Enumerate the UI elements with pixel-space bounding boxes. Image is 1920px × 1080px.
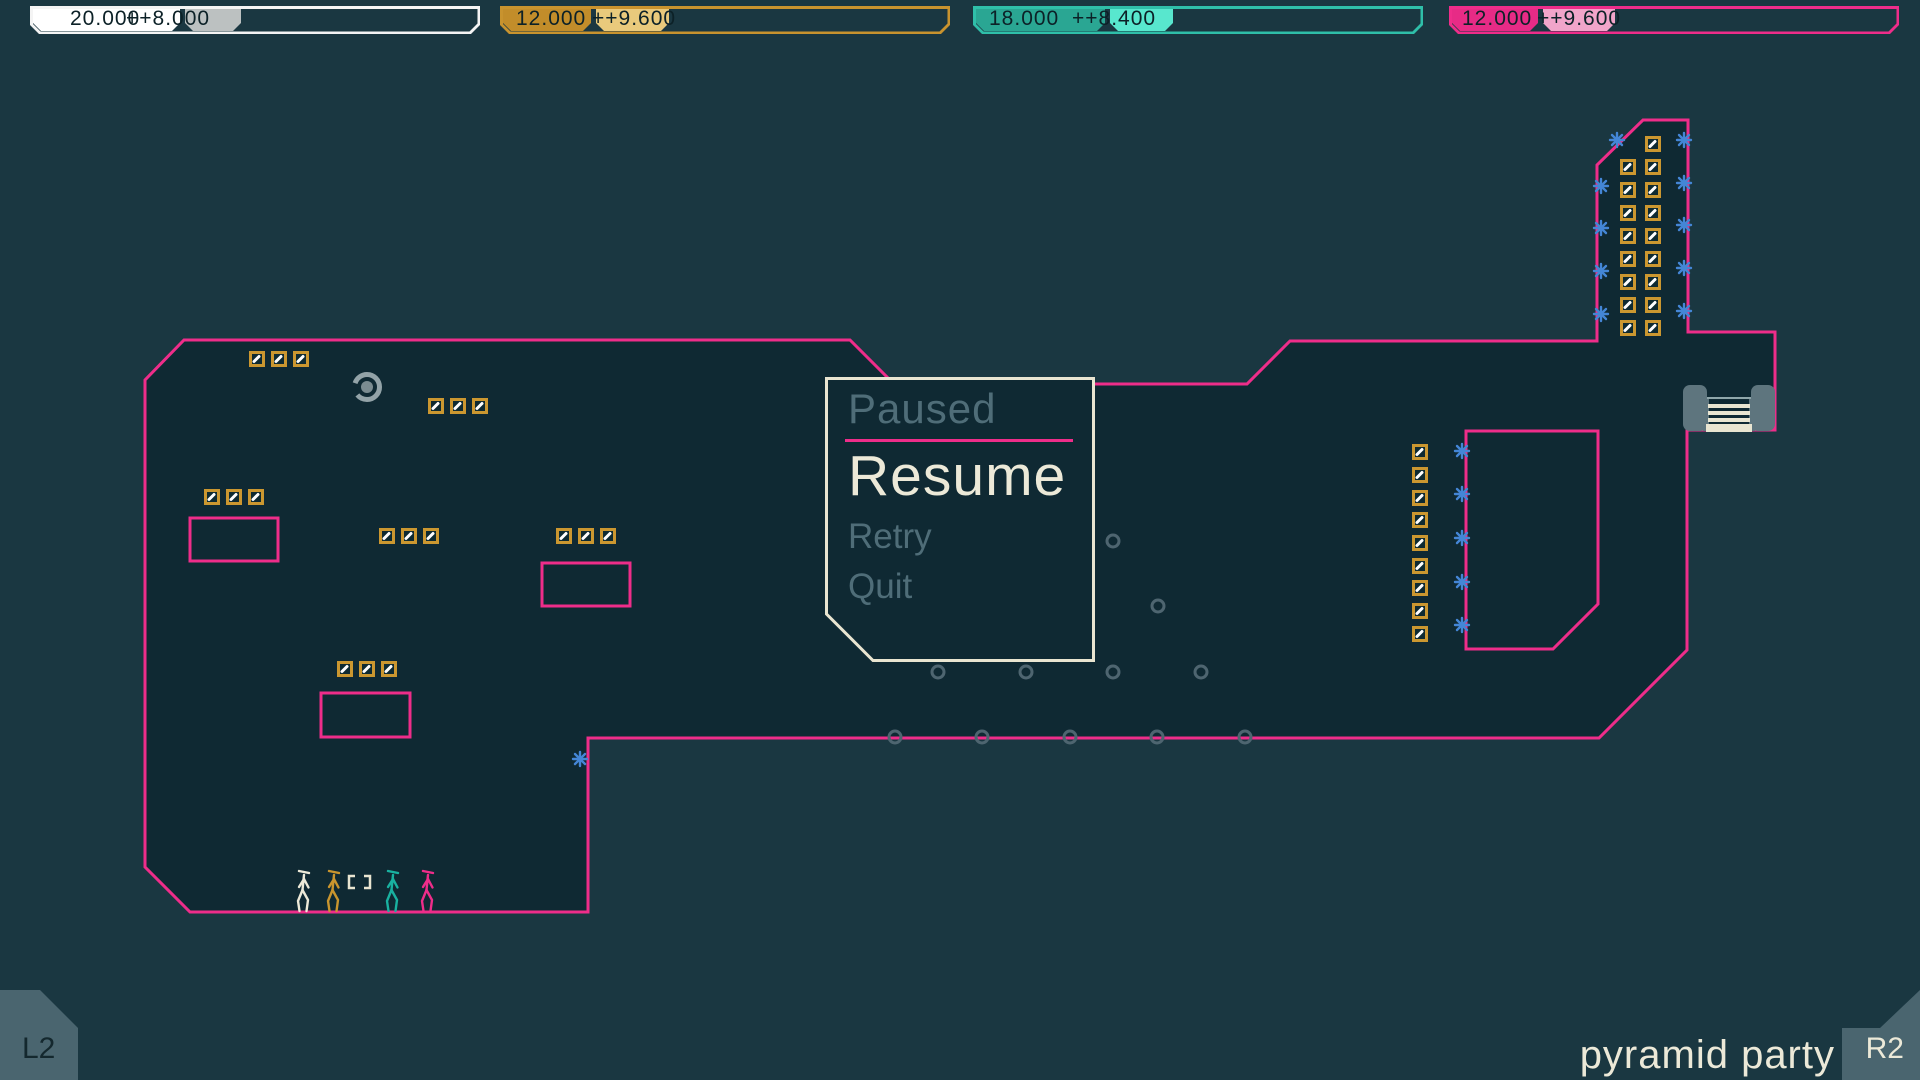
- mine: [1608, 131, 1626, 149]
- gold-piece: [1620, 251, 1636, 267]
- menu-item-resume[interactable]: Resume: [848, 443, 1066, 509]
- mine: [1675, 131, 1693, 149]
- timer-bonus-value: ++9.600: [592, 7, 677, 30]
- player3-timer-bar: 18.000 ++8.400: [973, 6, 1423, 34]
- mine: [571, 750, 589, 768]
- mine: [1675, 174, 1693, 192]
- menu-item-quit[interactable]: Quit: [848, 567, 912, 607]
- gold-piece: [1620, 297, 1636, 313]
- gold-piece: [556, 528, 572, 544]
- gold-piece: [1620, 182, 1636, 198]
- gold-piece: [450, 398, 466, 414]
- right-shoulder-label: R2: [1865, 1032, 1904, 1065]
- pause-menu-title: Paused: [848, 385, 997, 432]
- timer-value: 12.000: [516, 7, 587, 30]
- gold-piece: [249, 351, 265, 367]
- timer-bonus-value: ++8.400: [1072, 7, 1157, 30]
- gold-piece: [1412, 467, 1428, 483]
- player1-timer-bar: 20.000 ++8.000: [30, 6, 480, 34]
- gold-piece: [1645, 182, 1661, 198]
- gold-piece: [1645, 205, 1661, 221]
- gold-piece: [226, 489, 242, 505]
- gold-piece: [1412, 603, 1428, 619]
- gold-piece: [1412, 580, 1428, 596]
- gold-piece: [1620, 205, 1636, 221]
- mine: [1453, 485, 1471, 503]
- timer-value: 12.000: [1462, 7, 1533, 30]
- gold-piece: [1645, 251, 1661, 267]
- timer-bonus-value: ++8.000: [126, 7, 211, 30]
- pause-menu: Paused Resume Retry Quit: [825, 377, 1095, 662]
- gold-piece: [293, 351, 309, 367]
- gold-piece: [204, 489, 220, 505]
- mine: [1675, 259, 1693, 277]
- gold-piece: [428, 398, 444, 414]
- gold-piece: [1412, 535, 1428, 551]
- gold-piece: [1645, 320, 1661, 336]
- timer-value: 18.000: [989, 7, 1060, 30]
- gold-piece: [1412, 490, 1428, 506]
- mine: [1675, 216, 1693, 234]
- gold-piece: [271, 351, 287, 367]
- mine: [1592, 305, 1610, 323]
- mine: [1592, 262, 1610, 280]
- pause-menu-underline: [845, 439, 1073, 442]
- gold-piece: [1645, 274, 1661, 290]
- gold-piece: [1412, 558, 1428, 574]
- gold-piece: [1645, 228, 1661, 244]
- mine: [1453, 529, 1471, 547]
- gold-piece: [600, 528, 616, 544]
- gold-piece: [1645, 297, 1661, 313]
- mine: [1453, 616, 1471, 634]
- gold-piece: [1645, 136, 1661, 152]
- mine: [1453, 442, 1471, 460]
- timer-bonus-value: ++9.600: [1537, 7, 1622, 30]
- gold-piece: [359, 661, 375, 677]
- gold-piece: [337, 661, 353, 677]
- mine: [1592, 219, 1610, 237]
- gold-piece: [1645, 159, 1661, 175]
- gold-piece: [401, 528, 417, 544]
- gold-piece: [423, 528, 439, 544]
- gold-piece: [381, 661, 397, 677]
- gold-piece: [1620, 159, 1636, 175]
- gold-piece: [1620, 274, 1636, 290]
- gold-piece: [1620, 228, 1636, 244]
- menu-item-retry[interactable]: Retry: [848, 517, 932, 557]
- gold-piece: [1412, 626, 1428, 642]
- gold-piece: [1412, 512, 1428, 528]
- mine: [1675, 302, 1693, 320]
- gold-piece: [578, 528, 594, 544]
- gold-piece: [472, 398, 488, 414]
- gold-piece: [248, 489, 264, 505]
- gold-piece: [379, 528, 395, 544]
- mine: [1453, 573, 1471, 591]
- level-name: pyramid party: [1579, 1033, 1835, 1077]
- mine: [1592, 177, 1610, 195]
- left-shoulder-label: L2: [22, 1032, 56, 1065]
- player4-timer-bar: 12.000 ++9.600: [1449, 6, 1899, 34]
- player2-timer-bar: 12.000 ++9.600: [500, 6, 950, 34]
- gold-piece: [1412, 444, 1428, 460]
- gold-piece: [1620, 320, 1636, 336]
